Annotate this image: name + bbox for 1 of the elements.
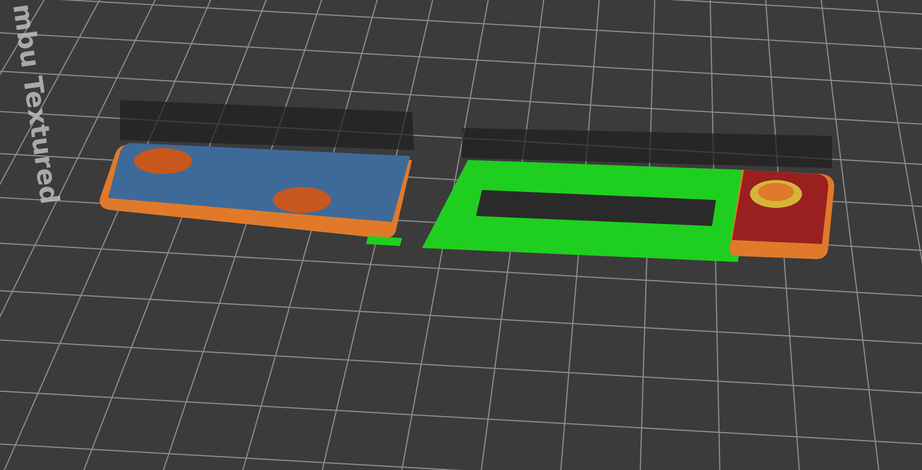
bed-label: mbu Textured bbox=[6, 2, 64, 206]
